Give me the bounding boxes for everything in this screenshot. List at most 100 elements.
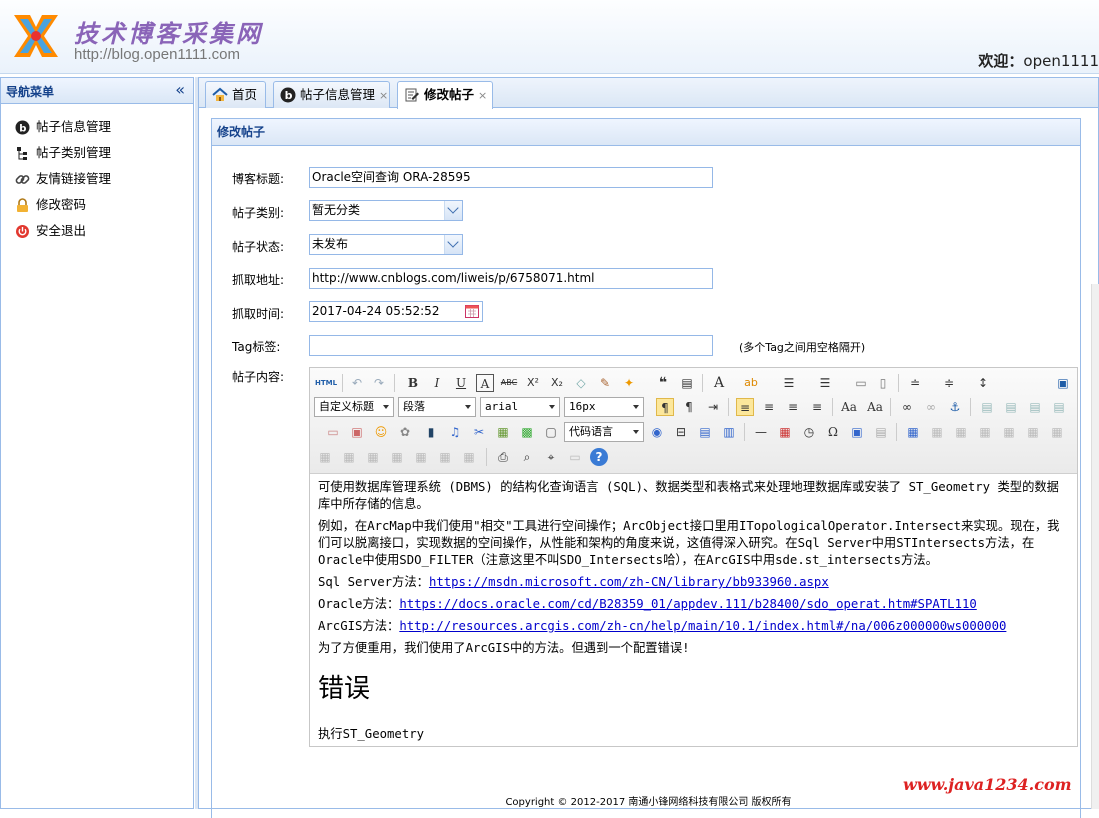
superscript-icon[interactable]: X² [524,374,542,392]
word-image-icon[interactable]: ▤ [872,423,890,441]
print-icon[interactable]: ⎙ [494,448,512,466]
page-break-icon[interactable]: ⊟ [672,423,690,441]
font-size-select[interactable]: 16px [564,397,644,417]
chevron-down-icon[interactable] [444,201,462,220]
image-center-icon[interactable]: ▤ [1050,398,1068,416]
line-height-icon[interactable]: ↕ [974,374,992,392]
insert-col-icon[interactable]: ▦ [1024,423,1042,441]
font-color-icon[interactable]: A [710,374,728,392]
emoticon-icon[interactable]: ☺ [372,423,390,441]
uppercase-icon[interactable]: Aa [840,398,858,416]
sql-server-link[interactable]: https://msdn.microsoft.com/zh-CN/library… [429,575,829,589]
editor-content[interactable]: 可使用数据库管理系统 (DBMS) 的结构化查询语言 (SQL)、数据类型和表格… [310,474,1077,743]
status-select[interactable]: 未发布 [309,234,463,255]
tab-post-info[interactable]: b 帖子信息管理 × [273,81,390,108]
template-icon[interactable]: ▤ [696,423,714,441]
horizontal-rule-icon[interactable]: — [752,423,770,441]
lowercase-icon[interactable]: Aa [866,398,884,416]
paste-plain-icon[interactable]: ▤ [678,374,696,392]
code-language-select[interactable]: 代码语言 [564,422,644,442]
calendar-icon[interactable] [464,303,480,319]
merge-down-icon[interactable]: ▦ [364,448,382,466]
snapscreen-icon[interactable]: ▣ [848,423,866,441]
merge-right-icon[interactable]: ▦ [340,448,358,466]
align-center-icon[interactable]: ≡ [760,398,778,416]
image-none-icon[interactable]: ▤ [978,398,996,416]
ordered-list-icon[interactable]: ☰ [780,374,798,392]
row-spacing-top-icon[interactable]: ≐ [906,374,924,392]
search-replace-icon[interactable]: ⌖ [542,448,560,466]
align-justify-icon[interactable]: ≡ [808,398,826,416]
time-icon[interactable]: ◷ [800,423,818,441]
font-family-select[interactable]: arial [480,397,560,417]
align-right-icon[interactable]: ≡ [784,398,802,416]
tag-input[interactable] [309,335,713,356]
delete-row-icon[interactable]: ▦ [1000,423,1018,441]
split-cells-icon[interactable]: ▦ [388,448,406,466]
close-icon[interactable]: × [478,89,487,102]
auto-format-icon[interactable]: ✦ [620,374,638,392]
help-icon[interactable]: ? [590,448,608,466]
image-right-icon[interactable]: ▤ [1026,398,1044,416]
tab-edit-post[interactable]: 修改帖子 × [397,81,493,109]
delete-col-icon[interactable]: ▦ [1048,423,1066,441]
sidebar-item-post-category[interactable]: 帖子类别管理 [1,140,193,166]
close-icon[interactable]: × [379,89,388,102]
google-map-icon[interactable]: ▩ [518,423,536,441]
arcgis-link[interactable]: http://resources.arcgis.com/zh-cn/help/m… [399,619,1006,633]
clear-doc-icon[interactable]: ▯ [874,374,892,392]
italic-icon[interactable]: I [428,374,446,392]
insert-row-icon[interactable]: ▦ [976,423,994,441]
fullscreen-icon[interactable]: ▣ [1054,374,1072,392]
undo-icon[interactable]: ↶ [348,374,366,392]
split-cols-icon[interactable]: ▦ [436,448,454,466]
redo-icon[interactable]: ↷ [370,374,388,392]
attachment-icon[interactable]: ✂ [470,423,488,441]
ltr-icon[interactable]: ¶ [656,398,674,416]
oracle-link[interactable]: https://docs.oracle.com/cd/B28359_01/app… [399,597,976,611]
rtl-icon[interactable]: ¶ [680,398,698,416]
image-left-icon[interactable]: ▤ [1002,398,1020,416]
background-icon[interactable]: ▥ [720,423,738,441]
anchor-icon[interactable]: ⚓ [946,398,964,416]
custom-title-select[interactable]: 自定义标题 [314,397,394,417]
bold-icon[interactable]: B [404,374,422,392]
indent-icon[interactable]: ⇥ [704,398,722,416]
format-brush-icon[interactable]: ✎ [596,374,614,392]
subscript-icon[interactable]: X₂ [548,374,566,392]
time-input[interactable]: 2017-04-24 05:52:52 [309,301,483,322]
highlight-icon[interactable]: ab [742,374,760,392]
collapse-icon[interactable]: « [175,80,185,99]
sidebar-item-change-password[interactable]: 修改密码 [1,192,193,218]
split-rows-icon[interactable]: ▦ [412,448,430,466]
frame-icon[interactable]: ▢ [542,423,560,441]
strikethrough-icon[interactable]: ABC [500,374,518,392]
blockquote-icon[interactable]: ❝ [654,374,672,392]
sidebar-item-friend-links[interactable]: 友情链接管理 [1,166,193,192]
video-icon[interactable]: ▮ [422,423,440,441]
image-icon[interactable]: ▭ [324,423,342,441]
align-left-icon[interactable]: ≡ [736,398,754,416]
chart-icon[interactable]: ▦ [460,448,478,466]
delete-table-icon[interactable]: ▦ [928,423,946,441]
sidebar-item-logout[interactable]: 安全退出 [1,218,193,244]
title-input[interactable]: Oracle空间查询 ORA-28595 [309,167,713,188]
scrawl-icon[interactable]: ✿ [396,423,414,441]
insert-table-icon[interactable]: ▦ [904,423,922,441]
row-spacing-bottom-icon[interactable]: ≑ [940,374,958,392]
web-app-icon[interactable]: ◉ [648,423,666,441]
merge-cells-icon[interactable]: ▦ [316,448,334,466]
unordered-list-icon[interactable]: ☰ [816,374,834,392]
page-scrollbar[interactable] [1091,284,1099,809]
date-icon[interactable]: ▦ [776,423,794,441]
paragraph-select[interactable]: 段落 [398,397,476,417]
multi-image-icon[interactable]: ▣ [348,423,366,441]
map-icon[interactable]: ▦ [494,423,512,441]
category-select[interactable]: 暂无分类 [309,200,463,221]
font-border-icon[interactable]: A [476,374,494,392]
special-char-icon[interactable]: Ω [824,423,842,441]
html-source-icon[interactable]: HTML [314,374,338,392]
preview-icon[interactable]: ⌕ [518,448,536,466]
tab-home[interactable]: 首页 [205,81,266,108]
unlink-icon[interactable]: ∞ [922,398,940,416]
